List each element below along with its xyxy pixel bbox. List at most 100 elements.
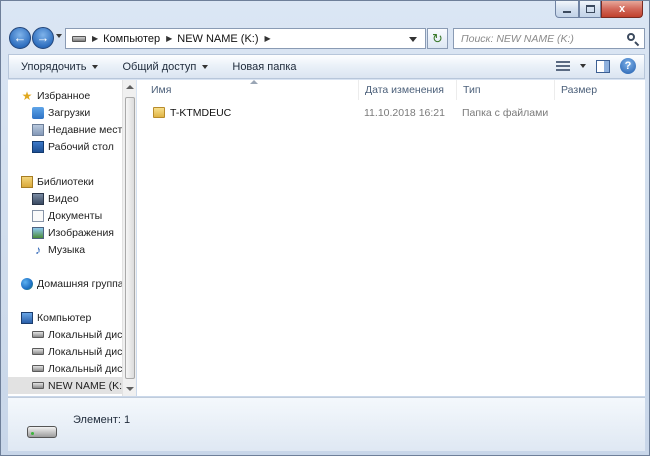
maximize-icon	[585, 5, 595, 13]
command-bar: Упорядочить Общий доступ Новая папка ?	[8, 54, 645, 79]
sidebar-item-label: Локальный диск	[48, 345, 122, 358]
sidebar-item-music[interactable]: ♪ Музыка	[32, 241, 122, 258]
documents-library-icon	[32, 209, 44, 222]
removable-drive-icon	[27, 420, 57, 440]
search-icon[interactable]	[626, 32, 640, 46]
drive-icon	[32, 348, 44, 355]
column-headers: Имя Дата изменения Тип Размер	[137, 80, 645, 100]
minimize-button[interactable]	[555, 1, 579, 18]
downloads-folder-icon	[32, 106, 44, 119]
sidebar-item-label: Локальный диск	[48, 328, 122, 341]
scroll-up-icon[interactable]	[126, 85, 134, 89]
chevron-down-icon	[92, 64, 99, 69]
sidebar-item-local-disk-3[interactable]: Локальный диск	[32, 360, 122, 377]
sidebar-item-documents[interactable]: Документы	[32, 207, 122, 224]
change-view-icon[interactable]	[556, 60, 570, 72]
organize-label: Упорядочить	[21, 60, 87, 73]
breadcrumb-separator-icon[interactable]: ▶	[166, 34, 172, 43]
table-row[interactable]: T-KTMDEUC 11.10.2018 16:21 Папка с файла…	[149, 104, 641, 122]
sidebar-item-recent-places[interactable]: Недавние места	[32, 121, 122, 138]
navigation-row: ← → ▶ Компьютер ▶ NEW NAME (K:) ▶ ↻ Поис…	[7, 25, 645, 51]
drive-icon	[72, 35, 86, 42]
navigation-pane-scrollbar[interactable]	[122, 80, 136, 396]
maximize-button[interactable]	[579, 1, 601, 18]
video-library-icon	[32, 192, 44, 205]
libraries-icon	[21, 175, 33, 188]
share-label: Общий доступ	[122, 60, 197, 73]
column-header-name[interactable]: Имя	[145, 80, 359, 100]
pictures-library-icon	[32, 226, 44, 239]
folder-icon	[153, 107, 165, 118]
breadcrumb-separator-icon[interactable]: ▶	[265, 34, 271, 43]
new-folder-button[interactable]: Новая папка	[220, 55, 308, 78]
explorer-window: x ← → ▶ Компьютер ▶ NEW NAME (K:) ▶ ↻ По…	[0, 0, 650, 456]
recent-places-icon	[32, 123, 44, 136]
close-button[interactable]: x	[601, 1, 643, 18]
organize-button[interactable]: Упорядочить	[9, 55, 110, 78]
sidebar-item-label: Библиотеки	[37, 175, 94, 188]
sidebar-homegroup[interactable]: Домашняя группа	[21, 275, 122, 292]
sidebar-item-local-disk-2[interactable]: Локальный диск	[32, 343, 122, 360]
sidebar-item-label: NEW NAME (K:)	[48, 379, 122, 392]
new-folder-label: Новая папка	[232, 60, 297, 73]
sidebar-item-videos[interactable]: Видео	[32, 190, 122, 207]
sidebar-item-label: Компьютер	[37, 311, 92, 324]
sidebar-item-label: Изображения	[48, 226, 114, 239]
column-header-type[interactable]: Тип	[457, 80, 555, 100]
breadcrumb-computer[interactable]: Компьютер	[103, 33, 160, 45]
sidebar-favorites[interactable]: ★ Избранное	[21, 87, 122, 104]
breadcrumb-separator-icon[interactable]: ▶	[92, 34, 98, 43]
sidebar-item-new-name-k[interactable]: NEW NAME (K:)	[8, 377, 122, 394]
scroll-down-icon[interactable]	[126, 387, 134, 391]
sidebar-item-label: Документы	[48, 209, 103, 222]
sidebar-item-pictures[interactable]: Изображения	[32, 224, 122, 241]
item-count: Элемент: 1	[73, 414, 131, 426]
file-name: T-KTMDEUC	[170, 107, 232, 119]
sidebar-computer[interactable]: Компьютер	[21, 309, 122, 326]
address-history-dropdown-icon[interactable]	[409, 37, 417, 42]
forward-button[interactable]: →	[32, 27, 54, 49]
file-list: Имя Дата изменения Тип Размер T-KTMDEUC …	[137, 80, 645, 396]
share-button[interactable]: Общий доступ	[110, 55, 220, 78]
computer-icon	[21, 311, 33, 324]
sidebar-item-label: Домашняя группа	[37, 277, 122, 290]
sidebar-item-label: Загрузки	[48, 106, 91, 119]
sidebar-item-label: Рабочий стол	[48, 140, 114, 153]
refresh-button[interactable]: ↻	[427, 28, 448, 49]
preview-pane-icon[interactable]	[596, 59, 610, 73]
breadcrumb-drive[interactable]: NEW NAME (K:)	[177, 33, 258, 45]
star-icon: ★	[21, 88, 33, 103]
caption-buttons: x	[555, 1, 643, 19]
sidebar-item-label: Локальный диск	[48, 362, 122, 375]
homegroup-icon	[21, 277, 33, 290]
navigation-pane: ★ Избранное Загрузки Недавние места Рабо…	[8, 80, 122, 396]
sidebar-item-label: Музыка	[48, 243, 86, 256]
address-bar[interactable]: ▶ Компьютер ▶ NEW NAME (K:) ▶	[65, 28, 426, 49]
help-icon[interactable]: ?	[620, 58, 636, 74]
back-button[interactable]: ←	[9, 27, 31, 49]
column-header-date[interactable]: Дата изменения	[359, 80, 457, 100]
minimize-icon	[563, 10, 571, 13]
music-note-icon: ♪	[35, 242, 41, 257]
toolbar-right-group: ?	[556, 58, 636, 74]
sidebar-item-label: Недавние места	[48, 123, 122, 136]
sidebar-item-local-disk-c[interactable]: Локальный диск	[32, 326, 122, 343]
recent-pages-dropdown-icon[interactable]	[56, 34, 62, 38]
drive-icon	[32, 365, 44, 372]
sidebar-item-desktop[interactable]: Рабочий стол	[32, 138, 122, 155]
refresh-icon: ↻	[432, 31, 443, 46]
system-drive-icon	[32, 331, 44, 338]
desktop-icon	[32, 140, 44, 153]
search-box[interactable]: Поиск: NEW NAME (K:)	[453, 28, 645, 49]
sidebar-item-label: Видео	[48, 192, 79, 205]
close-icon: x	[618, 2, 626, 15]
search-input[interactable]: Поиск: NEW NAME (K:)	[454, 33, 626, 45]
view-options-dropdown-icon[interactable]	[580, 64, 586, 68]
sidebar-item-downloads[interactable]: Загрузки	[32, 104, 122, 121]
sidebar-libraries[interactable]: Библиотеки	[21, 173, 122, 190]
chevron-down-icon	[202, 64, 209, 69]
column-header-size[interactable]: Размер	[555, 80, 621, 100]
removable-drive-icon	[32, 382, 44, 389]
scrollbar-thumb[interactable]	[125, 97, 135, 379]
sidebar-item-label: Избранное	[37, 89, 91, 102]
